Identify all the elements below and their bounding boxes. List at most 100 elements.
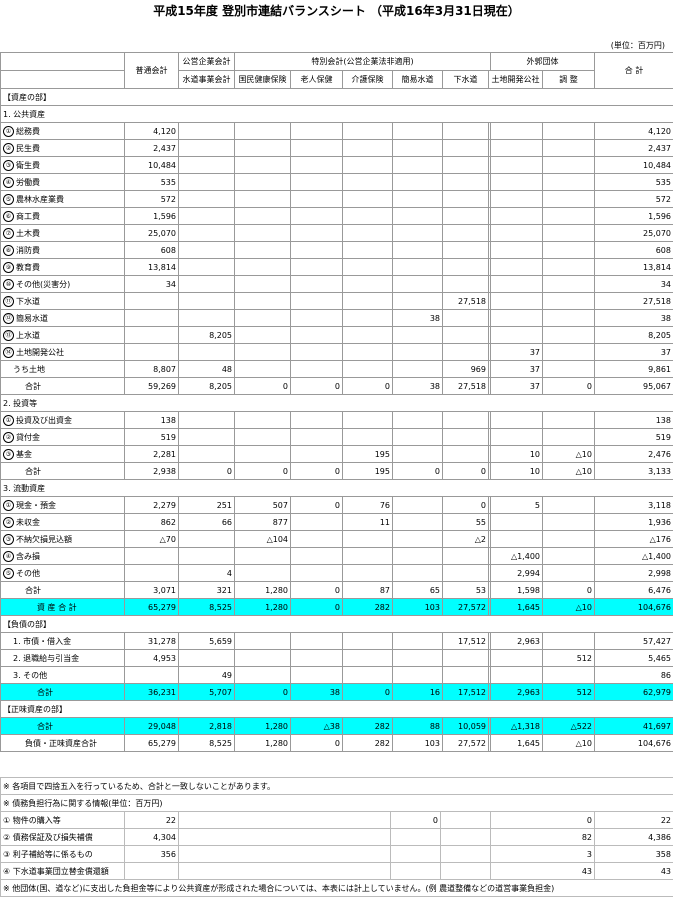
cell-value xyxy=(542,547,595,565)
cell-value xyxy=(178,207,235,225)
cell-value xyxy=(234,411,291,429)
cell-value xyxy=(442,241,489,259)
cell-value xyxy=(290,224,343,242)
cell-value xyxy=(542,122,595,140)
cell-value xyxy=(442,649,489,667)
cell-value: 27,572 xyxy=(442,598,489,616)
row-label: ④ 労働費 xyxy=(0,173,125,191)
cell-value: 38 xyxy=(392,309,443,327)
cell-value xyxy=(342,156,393,174)
cell-value xyxy=(124,343,179,361)
cell-value xyxy=(234,275,291,293)
cell-value: 282 xyxy=(342,598,393,616)
cell-value xyxy=(342,173,393,191)
cell-value xyxy=(542,496,595,514)
note-value xyxy=(390,862,441,880)
row-label-text: 土地開発公社 xyxy=(16,347,64,357)
group-kouei: 公営企業会計 xyxy=(178,52,235,71)
cell-value xyxy=(392,445,443,463)
cell-value: 4,953 xyxy=(124,649,179,667)
cell-value: 4 xyxy=(178,564,235,582)
table-row: ⑫ 簡易水道 38 38 xyxy=(0,309,673,327)
cell-value xyxy=(342,207,393,225)
cell-value xyxy=(442,445,489,463)
note-label: ※ 他団体(国、道など)に支出した負担金等により公共資産が形成された場合について… xyxy=(0,879,673,897)
row-label-text: 労働費 xyxy=(16,177,40,187)
row-label-text: 合計 xyxy=(25,585,41,595)
cell-value xyxy=(392,173,443,191)
cell-value xyxy=(290,190,343,208)
note-value xyxy=(440,845,491,863)
cell-value xyxy=(234,292,291,310)
note-row: ※ 各項目で四捨五入を行っているため、合計と一致しないことがあります。 xyxy=(0,777,673,795)
note-value xyxy=(178,811,391,829)
cell-value: 877 xyxy=(234,513,291,531)
cell-value: 57,427 xyxy=(594,632,673,650)
cell-value xyxy=(490,258,543,276)
note-label: ※ 債務負担行為に関する情報(単位：百万円) xyxy=(0,794,673,812)
cell-value xyxy=(178,309,235,327)
col-total: 合 計 xyxy=(624,66,644,75)
cell-value: 48 xyxy=(178,360,235,378)
row-label-text: 2. 退職給与引当金 xyxy=(13,653,80,663)
cell-value xyxy=(178,122,235,140)
col-kokuho: 国民健康保険 xyxy=(234,70,291,89)
cell-value xyxy=(234,241,291,259)
cell-value xyxy=(178,547,235,565)
row-label-text: うち土地 xyxy=(13,364,45,374)
cell-value: 969 xyxy=(442,360,489,378)
cell-value: 31,278 xyxy=(124,632,179,650)
table-row: 【正味資産の部】 xyxy=(0,700,673,718)
cell-value xyxy=(542,632,595,650)
table-row: ④ 労働費 535 535 xyxy=(0,173,673,191)
cell-value: 1,280 xyxy=(234,734,291,752)
cell-value xyxy=(124,666,179,684)
cell-value: 0 xyxy=(342,377,393,395)
notes-section: ※ 各項目で四捨五入を行っているため、合計と一致しないことがあります。 ※ 債務負… xyxy=(0,777,673,897)
cell-value xyxy=(542,411,595,429)
cell-value: 87 xyxy=(342,581,393,599)
note-value: 0 xyxy=(490,811,595,829)
cell-value: 4,120 xyxy=(124,122,179,140)
cell-value: 11 xyxy=(342,513,393,531)
cell-value: 512 xyxy=(542,649,595,667)
row-number-icon: ③ xyxy=(3,533,14,545)
cell-value: 53 xyxy=(442,581,489,599)
cell-value xyxy=(490,530,543,548)
cell-value xyxy=(124,564,179,582)
cell-value xyxy=(490,190,543,208)
cell-value: 27,572 xyxy=(442,734,489,752)
cell-value xyxy=(392,632,443,650)
cell-value: 59,269 xyxy=(124,377,179,395)
cell-value xyxy=(290,275,343,293)
row-label: 【資産の部】 xyxy=(0,88,673,106)
cell-value xyxy=(290,309,343,327)
cell-value xyxy=(490,207,543,225)
row-label-text: 貸付金 xyxy=(16,432,40,442)
note-row: ④ 下水道事業団立替金償還額 43 43 xyxy=(0,862,673,880)
row-number-icon: ④ xyxy=(3,550,14,562)
cell-value: 195 xyxy=(342,462,393,480)
cell-value xyxy=(290,513,343,531)
cell-value: 572 xyxy=(594,190,673,208)
table-row: ⑦ 土木費 25,070 25,070 xyxy=(0,224,673,242)
note-value xyxy=(390,828,441,846)
cell-value: △1,400 xyxy=(594,547,673,565)
cell-value xyxy=(342,428,393,446)
cell-value: 37 xyxy=(490,360,543,378)
cell-value xyxy=(490,122,543,140)
row-label: 1. 公共資産 xyxy=(0,105,673,123)
cell-value xyxy=(542,428,595,446)
cell-value: 1,596 xyxy=(594,207,673,225)
cell-value xyxy=(178,445,235,463)
cell-value xyxy=(392,411,443,429)
row-label: 3. その他 xyxy=(0,666,125,684)
cell-value: △10 xyxy=(542,445,595,463)
cell-value: 3,071 xyxy=(124,581,179,599)
note-label: ③ 利子補給等に係るもの xyxy=(0,845,125,863)
cell-value: 10,484 xyxy=(124,156,179,174)
note-value xyxy=(178,862,391,880)
cell-value xyxy=(290,258,343,276)
cell-value: 282 xyxy=(342,734,393,752)
cell-value xyxy=(124,326,179,344)
